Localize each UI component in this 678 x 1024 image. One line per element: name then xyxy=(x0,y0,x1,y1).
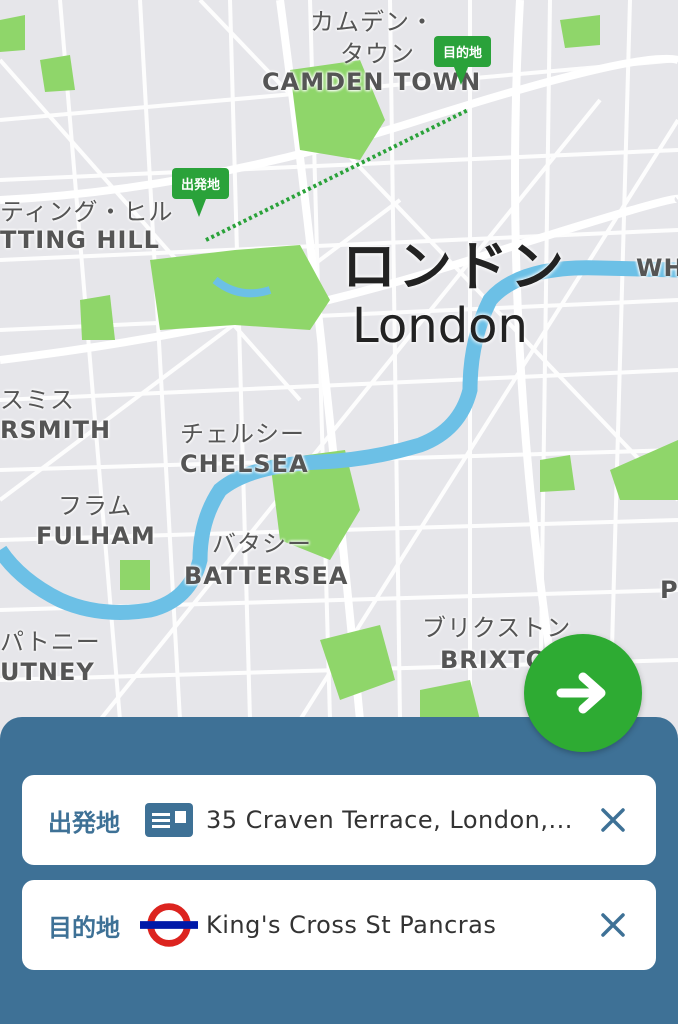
address-card-icon xyxy=(140,803,198,837)
origin-pin-label: 出発地 xyxy=(172,168,230,199)
origin-value: 35 Craven Terrace, London,... xyxy=(206,806,573,834)
origin-field[interactable]: 出発地 35 Craven Terrace, London,... xyxy=(22,775,656,865)
city-label-jp: ロンドン xyxy=(342,235,566,298)
arrow-right-icon xyxy=(556,672,606,714)
district-label-en: P xyxy=(660,576,678,604)
destination-pin[interactable]: 目的地 xyxy=(434,36,492,85)
destination-field[interactable]: 目的地 King's Cross St Pancras xyxy=(22,880,656,970)
district-label-jp: バタシー xyxy=(212,530,312,558)
district-label-en: UTNEY xyxy=(0,658,95,686)
district-label-jp: チェルシー xyxy=(180,420,305,448)
clear-origin-button[interactable] xyxy=(600,807,626,833)
district-label-jp: パトニー xyxy=(0,628,101,656)
city-label-en: London xyxy=(352,298,528,354)
district-label-en: BATTERSEA xyxy=(184,562,349,590)
district-label-en: RSMITH xyxy=(0,416,112,444)
destination-pin-label: 目的地 xyxy=(434,36,492,67)
destination-field-label: 目的地 xyxy=(48,913,120,942)
map-view[interactable]: カムデン・ タウン CAMDEN TOWN ティング・ヒル TTING HILL… xyxy=(0,0,678,720)
district-label-en: CHELSEA xyxy=(180,450,309,478)
district-label-jp: フラム xyxy=(58,492,133,520)
destination-value: King's Cross St Pancras xyxy=(206,911,497,939)
district-label-en: FULHAM xyxy=(36,522,156,550)
district-label-jp: スミス xyxy=(0,386,75,414)
underground-roundel-icon xyxy=(140,901,198,949)
district-label-jp: ティング・ヒル xyxy=(0,198,174,226)
origin-field-label: 出発地 xyxy=(48,808,120,837)
route-panel: 出発地 35 Craven Terrace, London,... 目的地 Ki… xyxy=(0,717,678,1024)
origin-pin[interactable]: 出発地 xyxy=(172,168,230,217)
district-label-en: WH xyxy=(636,254,678,282)
search-route-button[interactable] xyxy=(524,634,642,752)
district-label-jp: タウン xyxy=(340,40,415,68)
district-label-en: TTING HILL xyxy=(0,226,160,254)
map-canvas xyxy=(0,0,678,720)
clear-destination-button[interactable] xyxy=(600,912,626,938)
district-label-jp: カムデン・ xyxy=(310,8,435,36)
district-label-jp: ブリクストン xyxy=(422,614,572,642)
